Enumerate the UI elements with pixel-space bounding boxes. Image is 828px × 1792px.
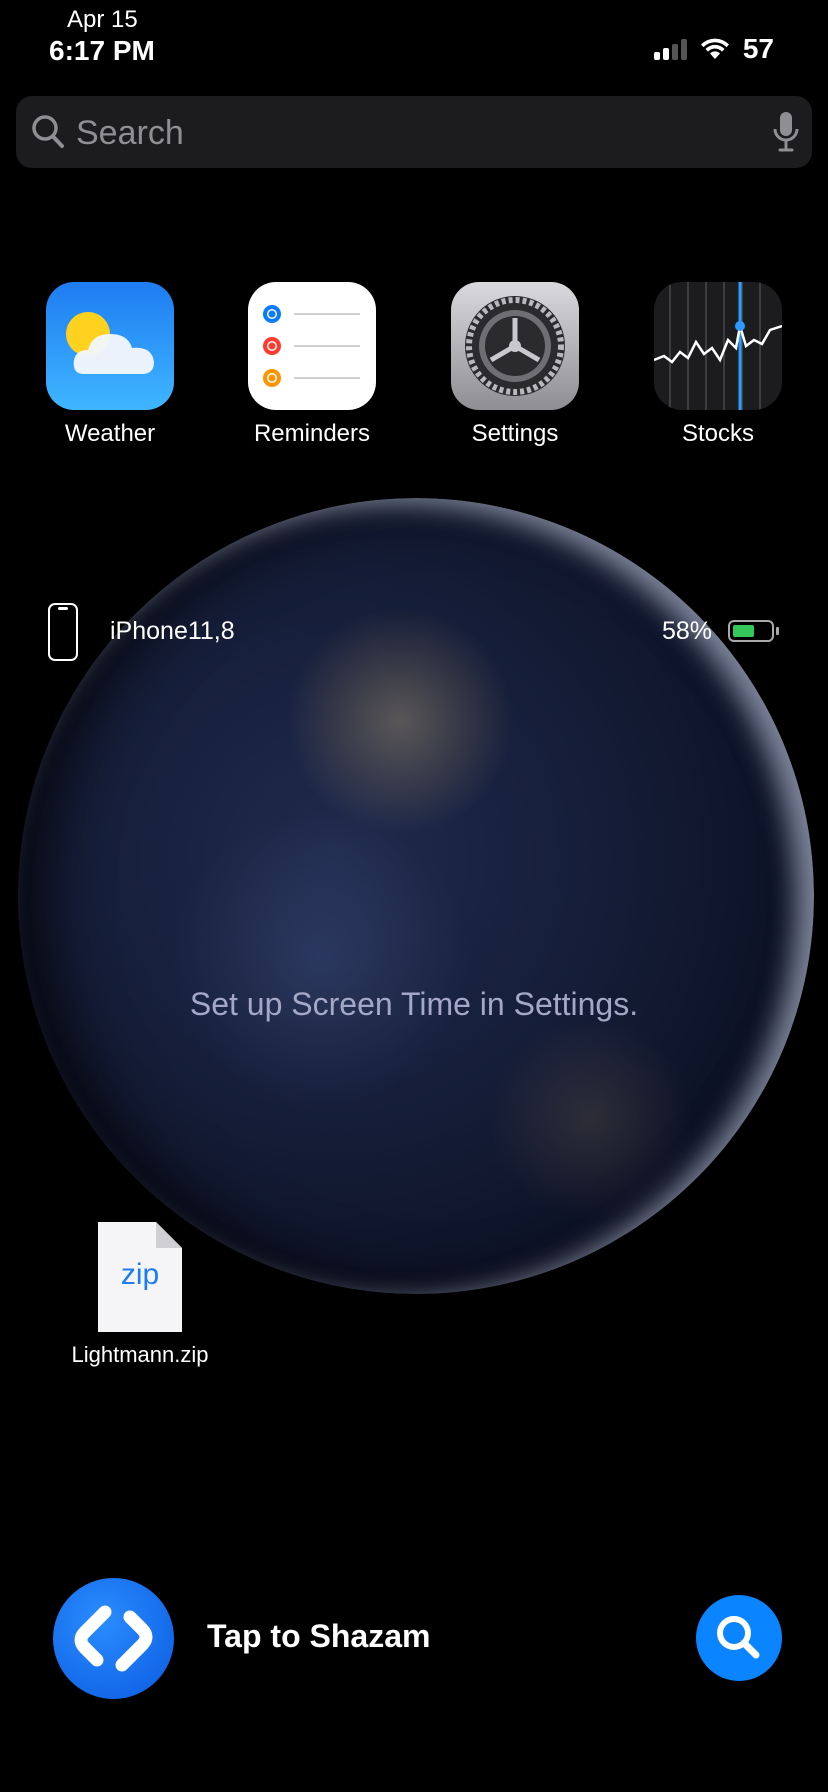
search-input[interactable] xyxy=(74,96,758,170)
device-battery-percent: 58% xyxy=(662,617,713,645)
app-reminders[interactable]: Reminders xyxy=(222,282,402,448)
app-label-weather: Weather xyxy=(64,420,156,447)
cellular-signal-icon xyxy=(653,38,687,60)
screen-time-message[interactable]: Set up Screen Time in Settings. xyxy=(0,986,828,1023)
weather-icon xyxy=(46,282,174,410)
tap-to-shazam-label[interactable]: Tap to Shazam xyxy=(207,1618,430,1655)
app-label-stocks: Stocks xyxy=(681,420,755,447)
battery-fill xyxy=(733,625,754,637)
status-indicators: 57 xyxy=(653,33,774,65)
battery-nub xyxy=(776,627,779,635)
settings-gear-icon xyxy=(451,282,579,410)
status-date: Apr 15 xyxy=(67,6,138,33)
app-weather[interactable]: Weather xyxy=(20,282,200,448)
search-icon xyxy=(717,1616,760,1659)
status-time: 6:17 PM xyxy=(49,35,155,66)
app-stocks[interactable]: Stocks xyxy=(628,282,808,448)
iphone-icon xyxy=(48,603,78,661)
device-name: iPhone11,8 xyxy=(110,617,235,645)
home-screen: Apr 15 6:17 PM 57 Search Weather Reminde… xyxy=(0,0,828,1792)
battery-icon xyxy=(728,620,774,642)
shazam-search-button[interactable] xyxy=(696,1595,782,1681)
stocks-icon xyxy=(654,282,782,410)
microphone-icon[interactable] xyxy=(772,110,800,154)
battery-level: 57 xyxy=(742,33,774,64)
shazam-icon xyxy=(74,1605,153,1672)
app-label-settings: Settings xyxy=(471,420,559,447)
wifi-icon xyxy=(700,38,729,59)
search-icon xyxy=(32,115,64,148)
shazam-logo-button[interactable] xyxy=(53,1578,174,1699)
reminders-icon xyxy=(248,282,376,410)
zip-file-icon[interactable]: zip xyxy=(98,1222,182,1332)
app-settings[interactable]: Settings xyxy=(425,282,605,448)
file-name[interactable]: Lightmann.zip xyxy=(60,1342,220,1368)
search-bar[interactable] xyxy=(16,96,812,170)
zip-file-icon-text: zip xyxy=(121,1258,159,1291)
app-label-reminders: Reminders xyxy=(253,420,371,447)
